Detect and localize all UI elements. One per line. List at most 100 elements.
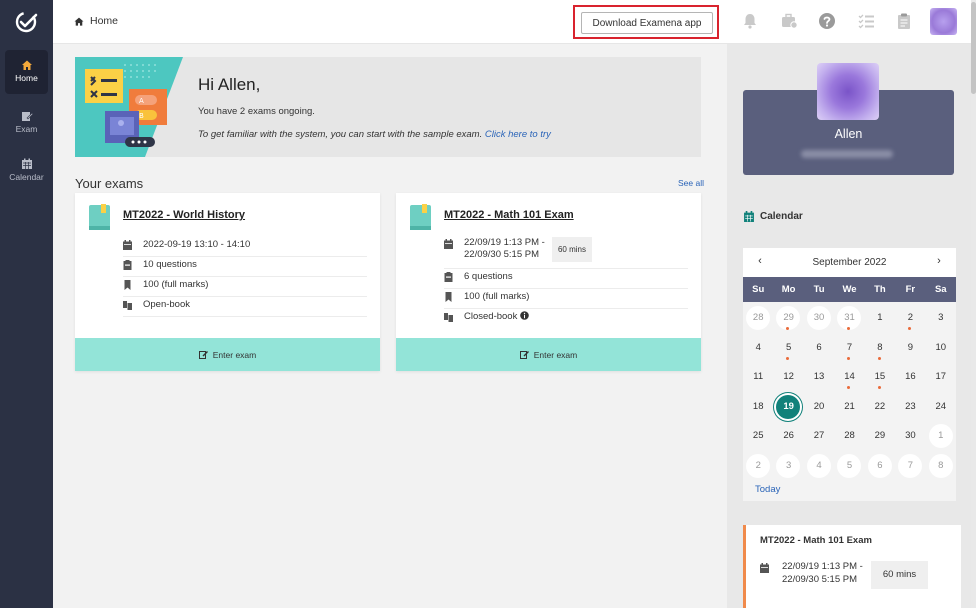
calendar-day[interactable]: 3 <box>926 303 956 333</box>
calendar-day[interactable]: 26 <box>773 421 803 451</box>
calendar-day[interactable]: 6 <box>804 333 834 363</box>
calendar-day[interactable]: 18 <box>743 392 773 422</box>
day-number: 29 <box>783 312 794 323</box>
calendar-day[interactable]: 23 <box>895 392 925 422</box>
breadcrumb[interactable]: Home <box>74 15 118 27</box>
calendar-day[interactable]: 8 <box>926 451 956 481</box>
calendar-day[interactable]: 20 <box>804 392 834 422</box>
exam-mode: Closed-book <box>464 311 529 323</box>
sample-exam-link[interactable]: Click here to try <box>485 129 551 140</box>
examena-logo-icon[interactable] <box>14 9 40 35</box>
day-number: 7 <box>907 459 913 471</box>
calendar-day[interactable]: 17 <box>926 362 956 392</box>
event-dot <box>877 386 881 390</box>
checklist-icon[interactable] <box>857 12 875 30</box>
clipboard-icon[interactable] <box>895 12 913 30</box>
upcoming-event-card[interactable]: MT2022 - Math 101 Exam 22/09/19 1:13 PM … <box>743 525 961 608</box>
see-all-link[interactable]: See all <box>678 178 704 188</box>
user-avatar[interactable] <box>930 8 957 35</box>
calendar-day[interactable]: 10 <box>926 333 956 363</box>
next-month-button[interactable]: › <box>932 255 946 267</box>
bookmark-icon <box>445 292 452 302</box>
calendar-day[interactable]: 27 <box>804 421 834 451</box>
bell-icon[interactable] <box>741 12 759 30</box>
calendar-day[interactable]: 9 <box>895 333 925 363</box>
day-number: 18 <box>752 400 764 412</box>
scrollbar[interactable] <box>971 0 976 608</box>
profile-avatar[interactable] <box>817 63 879 120</box>
calendar-day[interactable]: 5 <box>834 451 864 481</box>
calendar-day-today[interactable]: 19 <box>773 392 803 422</box>
duration-badge: 60 mins <box>552 237 592 262</box>
calendar-day[interactable]: 8 <box>865 333 895 363</box>
welcome-banner: A B Hi Allen, You have 2 exams ongoing. … <box>75 57 701 157</box>
briefcase-icon[interactable] <box>780 12 798 30</box>
calendar-day[interactable]: 4 <box>804 451 834 481</box>
info-icon[interactable] <box>520 311 529 320</box>
profile-card: Allen <box>743 63 954 175</box>
enter-exam-button[interactable]: Enter exam <box>75 338 380 371</box>
scrollbar-thumb[interactable] <box>971 2 976 94</box>
exam-title[interactable]: MT2022 - Math 101 Exam <box>444 209 574 221</box>
calendar-day[interactable]: 15 <box>865 362 895 392</box>
calendar-day[interactable]: 1 <box>865 303 895 333</box>
event-dot <box>847 386 851 390</box>
sidebar-item-exam[interactable]: Exam <box>5 101 48 145</box>
calendar-day[interactable]: 21 <box>834 392 864 422</box>
calendar-day[interactable]: 5 <box>773 333 803 363</box>
enter-exam-label: Enter exam <box>533 349 578 360</box>
calendar-day[interactable]: 29 <box>865 421 895 451</box>
calendar-day[interactable]: 13 <box>804 362 834 392</box>
calendar-nav: ‹ September 2022 › <box>743 248 956 277</box>
exam-title[interactable]: MT2022 - World History <box>123 209 245 221</box>
calendar-day[interactable]: 22 <box>865 392 895 422</box>
sidebar-item-label: Exam <box>15 124 38 134</box>
exam-datetime: 22/09/19 1:13 PM - 22/09/30 5:15 PM <box>464 237 545 261</box>
enter-exam-button[interactable]: Enter exam <box>396 338 701 371</box>
calendar-day[interactable]: 2 <box>743 451 773 481</box>
calendar-day[interactable]: 30 <box>804 303 834 333</box>
calendar-day[interactable]: 14 <box>834 362 864 392</box>
greeting: Hi Allen, <box>198 75 261 94</box>
calendar-day[interactable]: 29 <box>773 303 803 333</box>
calendar-day[interactable]: 25 <box>743 421 773 451</box>
calendar-day[interactable]: 2 <box>895 303 925 333</box>
help-icon[interactable] <box>818 12 836 30</box>
today-link[interactable]: Today <box>755 484 780 495</box>
day-number: 20 <box>813 400 825 412</box>
calendar-day[interactable]: 31 <box>834 303 864 333</box>
calendar-day[interactable]: 28 <box>834 421 864 451</box>
enter-exam-label: Enter exam <box>212 349 257 360</box>
sidebar-item-calendar[interactable]: Calendar <box>5 149 48 193</box>
calendar-icon <box>744 211 754 222</box>
exam-card: MT2022 - Math 101 Exam 22/09/19 1:13 PM … <box>396 193 701 371</box>
calendar-heading: Calendar <box>744 211 803 222</box>
calendar-icon <box>21 158 32 169</box>
day-number: 22 <box>874 400 886 412</box>
day-number: 3 <box>938 312 944 323</box>
calendar-day[interactable]: 6 <box>865 451 895 481</box>
sidebar-item-home[interactable]: Home <box>5 50 48 94</box>
closed-book-icon <box>444 313 453 322</box>
calendar-day[interactable]: 1 <box>926 421 956 451</box>
exam-marks: 100 (full marks) <box>143 279 209 290</box>
event-start-time: 22/09/19 1:13 PM - <box>782 561 863 572</box>
calendar-day[interactable]: 7 <box>895 451 925 481</box>
calendar-day[interactable]: 24 <box>926 392 956 422</box>
calendar-day[interactable]: 11 <box>743 362 773 392</box>
calendar-day[interactable]: 28 <box>743 303 773 333</box>
calendar-day[interactable]: 4 <box>743 333 773 363</box>
calendar-month: September 2022 <box>812 257 887 268</box>
calendar-days: 28 29 30 31 1 2 3 4 5 6 7 8 9 10 11 12 13 14 15 16 17 18 19 20 2… <box>743 303 956 481</box>
calendar-day[interactable]: 30 <box>895 421 925 451</box>
calendar-day[interactable]: 16 <box>895 362 925 392</box>
weekday-label: Fr <box>905 284 916 295</box>
sidebar-item-label: Calendar <box>9 172 44 182</box>
weekday-label: Tu <box>813 284 825 295</box>
exam-questions-row: 10 questions <box>123 257 367 277</box>
calendar-day[interactable]: 3 <box>773 451 803 481</box>
download-app-button[interactable]: Download Examena app <box>581 12 713 34</box>
calendar-icon <box>760 563 769 573</box>
calendar-day[interactable]: 7 <box>834 333 864 363</box>
calendar-day[interactable]: 12 <box>773 362 803 392</box>
